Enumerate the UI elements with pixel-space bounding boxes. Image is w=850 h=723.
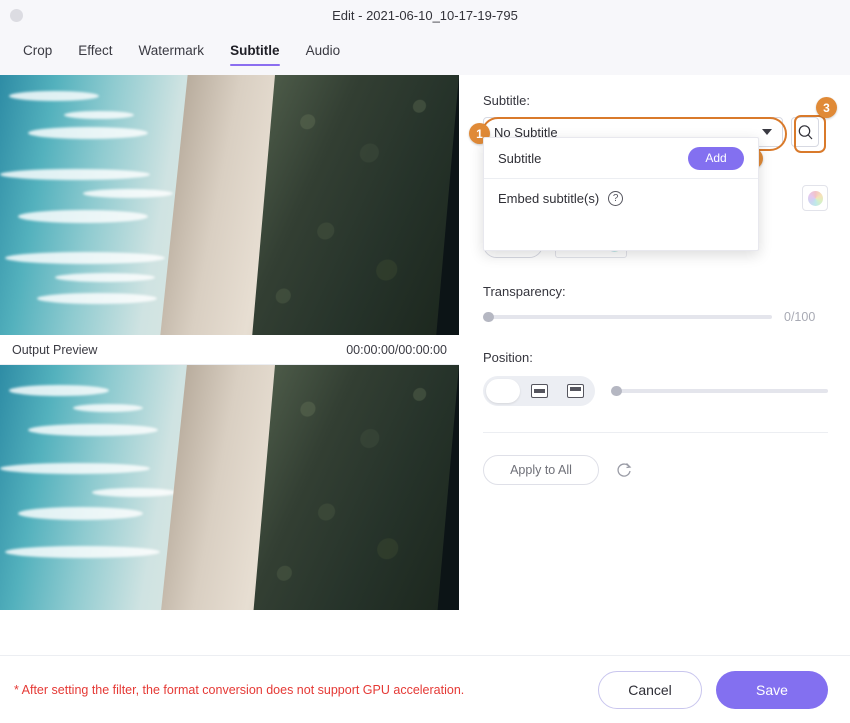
tab-audio[interactable]: Audio — [293, 37, 354, 68]
apply-row: Apply to All — [483, 455, 828, 485]
reset-icon — [617, 463, 632, 477]
apply-to-all-button[interactable]: Apply to All — [483, 455, 599, 485]
transparency-slider[interactable] — [483, 311, 772, 323]
gpu-warning-text: * After setting the filter, the format c… — [14, 682, 465, 697]
dropdown-item-subtitle[interactable]: Subtitle Add — [484, 138, 758, 178]
transparency-label: Transparency: — [483, 284, 566, 299]
position-section: Position: — [483, 350, 828, 406]
subtitle-field-label: Subtitle: — [483, 93, 530, 108]
preview-column: Output Preview 00:00:00/00:00:00 — [0, 75, 459, 723]
title-bar: Edit - 2021-06-10_10-17-19-795 — [0, 0, 850, 30]
dropdown-item-label: Subtitle — [498, 150, 542, 166]
output-frame-image — [0, 365, 459, 610]
color-wheel-icon — [807, 190, 823, 206]
search-button[interactable] — [791, 117, 819, 147]
footer-buttons: Cancel Save — [598, 670, 828, 709]
annotation-badge-3: 3 — [816, 97, 837, 118]
chevron-down-icon — [762, 129, 772, 135]
panel-divider — [483, 432, 828, 433]
tab-effect[interactable]: Effect — [65, 37, 125, 68]
font-color-button[interactable] — [802, 185, 828, 211]
cancel-button[interactable]: Cancel — [598, 670, 702, 709]
transparency-value: 0/100 — [784, 310, 816, 324]
position-handle[interactable] — [611, 385, 622, 397]
transparency-section: Transparency: 0/100 — [483, 284, 828, 324]
dropdown-item-embed[interactable]: Embed subtitle(s) ? — [484, 178, 758, 218]
reset-button[interactable] — [615, 461, 633, 479]
output-preview-bar: Output Preview 00:00:00/00:00:00 — [0, 335, 459, 365]
position-top-icon — [566, 384, 584, 398]
source-video-preview[interactable] — [0, 75, 459, 335]
footer-bar: * After setting the filter, the format c… — [0, 655, 850, 723]
subtitle-dropdown-menu: Subtitle Add Embed subtitle(s) ? — [483, 137, 759, 251]
embed-subtitles-label: Embed subtitle(s) — [498, 191, 600, 206]
position-top-option[interactable] — [558, 379, 592, 403]
transparency-row: 0/100 — [483, 310, 828, 324]
position-middle-option[interactable] — [522, 379, 556, 403]
tab-watermark[interactable]: Watermark — [126, 37, 218, 68]
video-frame-image — [0, 75, 459, 335]
output-preview-label: Output Preview — [12, 342, 98, 357]
add-button[interactable]: Add — [688, 146, 744, 170]
tab-crop[interactable]: Crop — [10, 37, 65, 68]
tab-subtitle[interactable]: Subtitle — [217, 37, 293, 68]
position-row — [483, 376, 828, 406]
search-icon — [798, 124, 812, 139]
window-title: Edit - 2021-06-10_10-17-19-795 — [332, 7, 518, 23]
timecode-label: 00:00:00/00:00:00 — [346, 342, 447, 357]
transparency-handle[interactable] — [483, 311, 494, 323]
edit-dialog: Edit - 2021-06-10_10-17-19-795 Crop Effe… — [0, 0, 850, 723]
save-button[interactable]: Save — [716, 670, 828, 709]
position-label: Position: — [483, 350, 533, 365]
subtitle-settings-panel: Subtitle: No Subtitle B I U Outline — [459, 75, 850, 655]
dropdown-empty-area — [484, 218, 758, 250]
position-slider[interactable] — [611, 385, 828, 397]
position-middle-icon — [530, 384, 548, 398]
help-icon[interactable]: ? — [608, 191, 624, 206]
tab-bar: Crop Effect Watermark Subtitle Audio — [0, 30, 850, 75]
output-video-preview[interactable] — [0, 365, 459, 610]
position-segmented-control — [483, 376, 595, 406]
position-bottom-option[interactable] — [486, 379, 520, 403]
